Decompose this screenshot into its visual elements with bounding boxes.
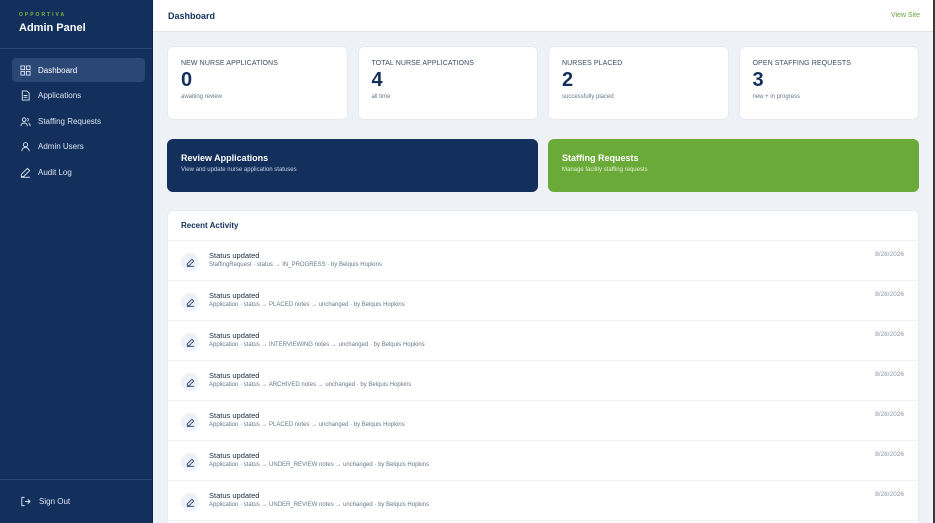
activity-detail: Application · status → PLACED notes → un… bbox=[209, 302, 405, 308]
sidebar-item-label: Staffing Requests bbox=[38, 116, 102, 126]
activity-row: Status updated Application · status → IN… bbox=[168, 321, 918, 361]
stat-subtitle: successfully placed bbox=[562, 94, 614, 100]
recent-activity-panel: Recent Activity Status updated StaffingR… bbox=[167, 210, 919, 523]
edit-icon bbox=[181, 453, 199, 471]
activity-detail: Application · status → UNDER_REVIEW note… bbox=[209, 462, 430, 468]
activity-date: 8/28/2026 bbox=[875, 371, 904, 378]
admin-app: OPPORTIVA Admin Panel Dashboard Applicat… bbox=[0, 0, 933, 523]
sidebar-item-audit-log[interactable]: Audit Log bbox=[12, 160, 145, 184]
activity-title: Status updated bbox=[209, 251, 260, 260]
stat-subtitle: all time bbox=[371, 94, 391, 100]
action-title: Review Applications bbox=[181, 153, 269, 163]
view-site-link[interactable]: View Site bbox=[891, 12, 920, 19]
activity-row: Status updated Application · status → AR… bbox=[168, 361, 918, 401]
document-icon bbox=[19, 90, 31, 102]
stat-label: NURSES PLACED bbox=[562, 60, 623, 67]
stat-label: TOTAL NURSE APPLICATIONS bbox=[371, 60, 474, 67]
user-icon bbox=[19, 141, 31, 153]
stat-subtitle: new + in progress bbox=[752, 94, 801, 100]
action-description: View and update nurse application status… bbox=[181, 167, 297, 173]
brand: OPPORTIVA Admin Panel bbox=[0, 0, 152, 49]
activity-row: Status updated Application · status → UN… bbox=[168, 481, 918, 521]
edit-icon bbox=[181, 493, 199, 511]
activity-date: 8/28/2026 bbox=[875, 411, 904, 418]
activity-title: Status updated bbox=[209, 371, 260, 380]
activity-detail: Application · status → ARCHIVED notes → … bbox=[209, 382, 412, 388]
brand-name: OPPORTIVA bbox=[19, 12, 67, 18]
activity-title: Status updated bbox=[209, 491, 260, 500]
activity-row: Status updated Application · status → PL… bbox=[168, 281, 918, 321]
edit-icon bbox=[181, 293, 199, 311]
activity-date: 8/28/2026 bbox=[875, 491, 904, 498]
grid-icon bbox=[19, 64, 31, 76]
stat-value: 4 bbox=[371, 69, 383, 91]
activity-title: Status updated bbox=[209, 411, 260, 420]
sidebar-item-dashboard[interactable]: Dashboard bbox=[12, 58, 145, 82]
page-title: Dashboard bbox=[168, 10, 216, 21]
activity-detail: Application · status → INTERVIEWING note… bbox=[209, 342, 425, 348]
stat-card-nurses-placed: NURSES PLACED 2 successfully placed bbox=[548, 46, 729, 120]
stat-card-open-staffing-requests: OPEN STAFFING REQUESTS 3 new + in progre… bbox=[738, 46, 919, 120]
sidebar-item-admin-users[interactable]: Admin Users bbox=[12, 135, 145, 159]
activity-title: Status updated bbox=[209, 291, 260, 300]
main-content: Dashboard View Site NEW NURSE APPLICATIO… bbox=[153, 0, 933, 523]
edit-icon bbox=[181, 413, 199, 431]
activity-detail: Application · status → UNDER_REVIEW note… bbox=[209, 502, 430, 508]
sidebar-item-label: Audit Log bbox=[38, 167, 72, 177]
stat-value: 0 bbox=[181, 69, 193, 91]
action-title: Staffing Requests bbox=[562, 153, 639, 163]
activity-row: Status updated StaffingRequest · status … bbox=[168, 241, 918, 281]
stat-card-total-applications: TOTAL NURSE APPLICATIONS 4 all time bbox=[357, 46, 538, 120]
edit-icon bbox=[181, 333, 199, 351]
staffing-requests-card[interactable]: Staffing Requests Manage facility staffi… bbox=[548, 139, 919, 192]
stat-value: 3 bbox=[752, 69, 764, 91]
top-bar: Dashboard View Site bbox=[153, 0, 933, 32]
sidebar-nav: Dashboard Applications Staffing Requests… bbox=[0, 49, 152, 184]
recent-activity-title: Recent Activity bbox=[168, 211, 918, 241]
sign-out-icon bbox=[21, 496, 31, 507]
activity-detail: Application · status → PLACED notes → un… bbox=[209, 422, 405, 428]
activity-row: Status updated Application · status → PL… bbox=[168, 401, 918, 441]
edit-icon bbox=[181, 373, 199, 391]
stat-label: NEW NURSE APPLICATIONS bbox=[181, 60, 278, 67]
stat-value: 2 bbox=[562, 69, 574, 91]
quick-actions: Review Applications View and update nurs… bbox=[167, 139, 919, 192]
stats-row: NEW NURSE APPLICATIONS 0 awaiting review… bbox=[167, 46, 919, 120]
sidebar-item-staffing-requests[interactable]: Staffing Requests bbox=[12, 109, 145, 133]
sidebar-item-label: Applications bbox=[38, 91, 82, 100]
sidebar-item-applications[interactable]: Applications bbox=[12, 84, 145, 108]
stat-card-new-applications: NEW NURSE APPLICATIONS 0 awaiting review bbox=[167, 46, 348, 120]
edit-icon bbox=[181, 253, 199, 271]
stat-label: OPEN STAFFING REQUESTS bbox=[752, 60, 852, 67]
activity-date: 8/28/2026 bbox=[875, 291, 904, 298]
action-description: Manage facility staffing requests bbox=[562, 167, 648, 173]
sidebar-item-label: Dashboard bbox=[38, 65, 78, 75]
users-icon bbox=[19, 115, 31, 127]
activity-date: 8/28/2026 bbox=[875, 331, 904, 338]
sign-out-label: Sign Out bbox=[39, 497, 71, 506]
review-applications-card[interactable]: Review Applications View and update nurs… bbox=[167, 139, 538, 192]
activity-row: Status updated Application · status → UN… bbox=[168, 441, 918, 481]
pencil-icon bbox=[19, 166, 31, 178]
activity-title: Status updated bbox=[209, 451, 260, 460]
sidebar: OPPORTIVA Admin Panel Dashboard Applicat… bbox=[0, 0, 153, 523]
stat-subtitle: awaiting review bbox=[181, 94, 223, 100]
activity-detail: StaffingRequest · status → IN_PROGRESS ·… bbox=[209, 262, 382, 268]
activity-title: Status updated bbox=[209, 331, 260, 340]
sidebar-item-label: Admin Users bbox=[38, 142, 84, 151]
activity-date: 8/28/2026 bbox=[875, 451, 904, 458]
brand-title: Admin Panel bbox=[19, 22, 86, 34]
sign-out-button[interactable]: Sign Out bbox=[0, 479, 152, 523]
activity-date: 8/28/2026 bbox=[875, 251, 904, 258]
